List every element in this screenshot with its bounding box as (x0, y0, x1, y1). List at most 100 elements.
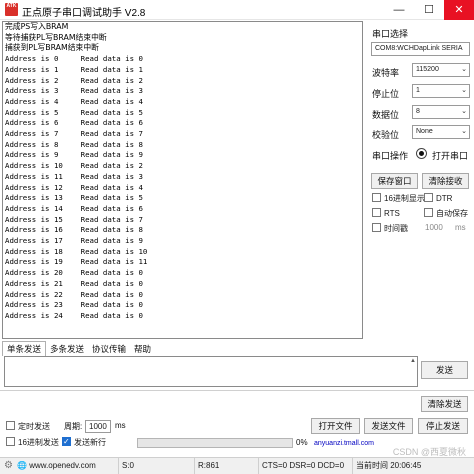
chevron-down-icon: ⌄ (461, 108, 467, 115)
port-select-label: 串口选择 (372, 29, 409, 39)
receive-line: Address is 3 Read data is 3 (5, 86, 143, 96)
website-link[interactable]: 🌐 www.openedv.com (17, 458, 96, 474)
receive-line: Address is 16 Read data is 8 (5, 225, 143, 235)
receive-line: 完成PS写入BRAM (5, 22, 69, 31)
open-port-indicator-icon[interactable] (416, 148, 427, 159)
save-window-button[interactable]: 保存窗口 (371, 173, 418, 189)
receive-line: Address is 15 Read data is 7 (5, 214, 143, 224)
send-text-area[interactable]: ▲ (4, 356, 418, 387)
send-mode-tabs: 单条发送 多条发送 协议传输 帮助 (2, 341, 155, 356)
receive-line: Address is 9 Read data is 9 (5, 150, 143, 160)
data-bits-label: 数据位 (372, 110, 400, 120)
dtr-label: DTR (436, 194, 453, 203)
maximize-button[interactable]: ☐ (414, 0, 444, 20)
timed-send-label: 定时发送 (18, 422, 50, 431)
stop-bits-value: 1 (416, 87, 420, 94)
receive-line: Address is 21 Read data is 0 (5, 278, 143, 288)
receive-line: Address is 4 Read data is 4 (5, 96, 143, 106)
timed-send-checkbox[interactable]: 定时发送 (6, 421, 50, 432)
send-file-button[interactable]: 发送文件 (364, 418, 413, 434)
send-newline-checkbox[interactable]: 发送新行 (62, 436, 106, 448)
tab-multi-send[interactable]: 多条发送 (46, 342, 88, 356)
timestamp-interval-value: 1000 (425, 223, 443, 232)
parity-value: None (416, 128, 433, 135)
close-button[interactable]: ✕ (444, 0, 474, 20)
signal-status: CTS=0 DSR=0 DCD=0 (258, 458, 350, 474)
receive-line: Address is 1 Read data is 1 (5, 64, 143, 74)
tab-protocol[interactable]: 协议传输 (88, 342, 130, 356)
website-url: www.openedv.com (29, 461, 96, 470)
auto-save-label: 自动保存 (436, 209, 468, 218)
receive-line: Address is 22 Read data is 0 (5, 289, 143, 299)
tab-single-send[interactable]: 单条发送 (2, 341, 47, 356)
minimize-button[interactable]: — (384, 0, 414, 20)
hex-display-checkbox[interactable]: 16进制显示 (372, 193, 425, 204)
receive-line: Address is 8 Read data is 8 (5, 139, 143, 149)
baud-select[interactable]: 115200 ⌄ (412, 63, 470, 77)
receive-line: Address is 18 Read data is 10 (5, 246, 148, 256)
open-port-button[interactable]: 打开串口 (432, 149, 468, 162)
receive-line: Address is 24 Read data is 0 (5, 310, 143, 320)
receive-line: 捕获到PL写BRAM结束中断 (5, 43, 99, 53)
scroll-up-icon[interactable]: ▲ (410, 358, 416, 364)
rts-checkbox[interactable]: RTS (372, 208, 400, 219)
chevron-down-icon: ⌄ (461, 128, 467, 135)
checkbox-icon (372, 193, 381, 202)
store-link[interactable]: anyuanzi.tmall.com (314, 440, 374, 447)
receive-line: Address is 14 Read data is 6 (5, 203, 143, 213)
clear-send-button[interactable]: 清除发送 (421, 396, 468, 412)
send-button[interactable]: 发送 (421, 361, 468, 379)
receive-line: Address is 13 Read data is 5 (5, 193, 143, 203)
status-bar: ⚙ 🌐 www.openedv.com S:0 R:861 CTS=0 DSR=… (0, 457, 474, 474)
port-select-value: COM8:WCHDapLink SERIA (375, 45, 463, 52)
gear-icon[interactable]: ⚙ (4, 458, 13, 474)
hex-send-label: 16进制发送 (18, 438, 59, 447)
timestamp-checkbox[interactable]: 时间戳 (372, 223, 408, 234)
receive-line: Address is 20 Read data is 0 (5, 268, 143, 278)
send-progress-bar (137, 438, 293, 448)
window-title: 正点原子串口调试助手 V2.8 (22, 8, 146, 19)
receive-line: Address is 0 Read data is 0 (5, 54, 143, 64)
sent-count: S:0 (118, 458, 192, 474)
checkbox-icon (6, 421, 15, 430)
receive-text-area[interactable]: 完成PS写入BRAM 等待捕获PL写BRAM结束中断 捕获到PL写BRAM结束中断 A… (2, 21, 363, 339)
send-newline-label: 发送新行 (74, 438, 106, 447)
auto-save-checkbox[interactable]: 自动保存 (424, 208, 468, 219)
received-count: R:861 (194, 458, 256, 474)
chevron-down-icon: ⌄ (461, 87, 467, 94)
data-bits-value: 8 (416, 108, 420, 115)
tab-help[interactable]: 帮助 (130, 342, 155, 356)
title-bar: ATK 正点原子串口调试助手 V2.8 — ☐ ✕ (0, 0, 474, 20)
app-logo-icon: ATK (5, 3, 18, 16)
divider (0, 390, 474, 391)
stop-send-button[interactable]: 停止发送 (418, 418, 468, 434)
timestamp-label: 时间戳 (384, 224, 408, 233)
parity-select[interactable]: None ⌄ (412, 125, 470, 139)
checkbox-checked-icon (62, 436, 71, 447)
receive-line: Address is 6 Read data is 6 (5, 118, 143, 128)
baud-value: 115200 (416, 66, 439, 73)
stop-bits-label: 停止位 (372, 89, 400, 99)
chevron-down-icon: ⌄ (461, 66, 467, 73)
data-bits-select[interactable]: 8 ⌄ (412, 105, 470, 119)
receive-line: Address is 23 Read data is 0 (5, 300, 143, 310)
hex-send-checkbox[interactable]: 16进制发送 (6, 437, 59, 448)
open-file-button[interactable]: 打开文件 (311, 418, 360, 434)
receive-line: Address is 2 Read data is 2 (5, 75, 143, 85)
current-time: 当前时间 20:06:45 (352, 458, 474, 474)
period-input[interactable]: 1000 (85, 420, 111, 433)
hex-display-label: 16进制显示 (384, 194, 425, 203)
receive-line: 等待捕获PL写BRAM结束中断 (5, 32, 107, 42)
stop-bits-select[interactable]: 1 ⌄ (412, 84, 470, 98)
checkbox-icon (424, 208, 433, 217)
progress-percent: 0% (296, 438, 308, 447)
receive-line: Address is 7 Read data is 7 (5, 129, 143, 139)
dtr-checkbox[interactable]: DTR (424, 193, 452, 204)
port-select[interactable]: COM8:WCHDapLink SERIA (371, 42, 470, 56)
clear-receive-button[interactable]: 清除接收 (422, 173, 469, 189)
checkbox-icon (424, 193, 433, 202)
checkbox-icon (372, 208, 381, 217)
receive-line: Address is 5 Read data is 5 (5, 107, 143, 117)
receive-line: Address is 10 Read data is 2 (5, 161, 143, 171)
checkbox-icon (6, 437, 15, 446)
